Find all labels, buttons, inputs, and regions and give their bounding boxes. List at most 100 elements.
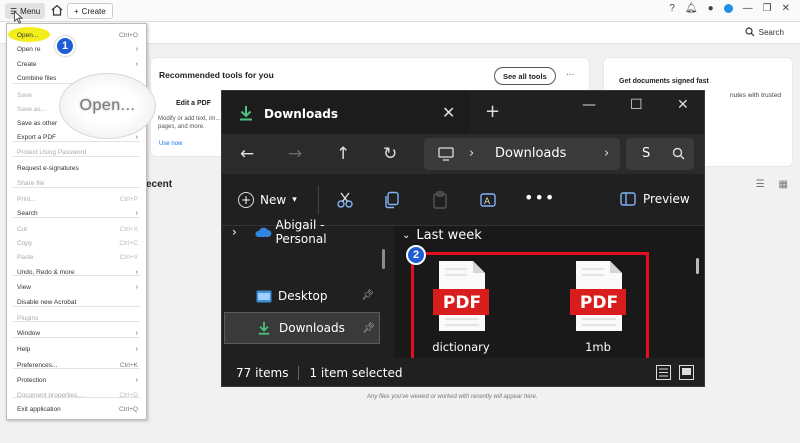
- sidebar-scrollbar[interactable]: [382, 249, 385, 269]
- explorer-close-icon[interactable]: ✕: [677, 97, 689, 113]
- menu-item[interactable]: Cut Ctrl+X: [17, 224, 138, 234]
- mouse-cursor-icon: [14, 11, 23, 24]
- file-explorer-window: Downloads ✕ + — ☐ ✕ ← → ↑ ↻ › Downloads …: [221, 90, 705, 387]
- menu-item[interactable]: Copy Ctrl+C: [17, 238, 138, 248]
- address-bar[interactable]: › Downloads ›: [424, 138, 620, 170]
- menu-item[interactable]: Request e-signatures: [17, 163, 138, 173]
- menu-item-label: Cut: [17, 225, 28, 233]
- explorer-search-input[interactable]: S: [626, 138, 694, 170]
- menu-item[interactable]: Open re ›: [17, 44, 138, 54]
- file-item-dictionary[interactable]: PDF dictionary: [421, 261, 501, 354]
- menu-item-label: Request e-signatures: [17, 164, 79, 172]
- view-toggle: ☰ ▦: [756, 179, 788, 190]
- address-folder[interactable]: Downloads: [495, 146, 566, 161]
- menu-item-label: Protect Using Password: [17, 148, 87, 156]
- sidebar-item-label: Abigail - Personal: [275, 218, 327, 246]
- menu-item[interactable]: Print... Ctrl+P: [17, 194, 138, 204]
- sidebar-item-desktop[interactable]: Desktop 📌︎: [222, 280, 378, 312]
- menu-item-label: Exit application: [17, 405, 61, 413]
- recommended-title: Recommended tools for you: [159, 70, 274, 80]
- minimize-icon[interactable]: —: [743, 3, 753, 14]
- divider: [318, 186, 319, 214]
- profile-avatar[interactable]: [723, 4, 733, 13]
- pin-icon[interactable]: 📌︎: [361, 290, 374, 301]
- pdf-file-icon: PDF: [570, 261, 628, 331]
- tab-downloads[interactable]: Downloads ✕: [222, 91, 469, 134]
- menu-item[interactable]: Open... Ctrl+O: [17, 30, 138, 40]
- explorer-maximize-icon[interactable]: ☐: [630, 97, 643, 113]
- menu-button[interactable]: ☰ Menu: [5, 3, 46, 19]
- download-icon: [258, 321, 270, 335]
- file-name: dictionary: [432, 340, 490, 354]
- menu-item-label: Copy: [17, 239, 33, 247]
- preview-pane-icon: [620, 192, 636, 206]
- menu-item-shortcut: Ctrl+Q: [119, 405, 138, 413]
- svg-text:A: A: [484, 197, 491, 207]
- address-chevron-icon[interactable]: ›: [469, 146, 474, 161]
- menu-item[interactable]: Protection ›: [17, 375, 138, 385]
- monitor-icon: [438, 147, 454, 161]
- menu-item[interactable]: Exit application Ctrl+Q: [17, 404, 138, 414]
- recent-heading: ecent: [146, 179, 173, 190]
- copy-icon[interactable]: [383, 191, 401, 209]
- tab-title: Downloads: [264, 107, 339, 121]
- content-scrollbar[interactable]: [696, 258, 699, 274]
- restore-icon[interactable]: ❐: [763, 3, 772, 14]
- help-icon[interactable]: ?: [669, 3, 675, 14]
- desktop-folder-icon: [256, 290, 272, 302]
- rename-icon[interactable]: A: [479, 191, 497, 209]
- see-all-tools-button[interactable]: See all tools: [494, 67, 556, 85]
- paste-icon[interactable]: [431, 191, 449, 209]
- menu-label: Menu: [20, 6, 41, 16]
- menu-item-label: Save as...: [17, 105, 46, 113]
- menu-separator: [13, 397, 140, 398]
- group-header[interactable]: ⌄ Last week: [402, 228, 482, 243]
- use-now-link[interactable]: Use now: [159, 141, 182, 147]
- more-options-icon[interactable]: •••: [524, 188, 555, 207]
- pin-icon[interactable]: 📌︎: [362, 323, 375, 334]
- new-plus-icon: +: [238, 192, 254, 208]
- menu-separator: [13, 217, 140, 218]
- edit-pdf-title: Edit a PDF: [176, 100, 212, 107]
- more-icon[interactable]: ...: [566, 67, 574, 78]
- file-list-area: ⌄ Last week PDF dictionary PDF 1mb: [394, 226, 704, 368]
- menu-item-shortcut: Ctrl+C: [119, 239, 138, 247]
- file-item-1mb[interactable]: PDF 1mb: [558, 261, 638, 354]
- refresh-icon[interactable]: ↻: [383, 144, 397, 164]
- account-icon[interactable]: ●: [708, 3, 714, 14]
- cloud-icon: [255, 227, 272, 237]
- search-button[interactable]: Search: [745, 27, 784, 37]
- menu-item[interactable]: Create ›: [17, 59, 138, 69]
- close-icon[interactable]: ✕: [782, 3, 790, 14]
- step-badge-2: 2: [406, 245, 426, 265]
- menu-item-label: View: [17, 283, 31, 291]
- chevron-down-icon: ⌄: [402, 230, 411, 241]
- sidebar-item-onedrive[interactable]: › Abigail - Personal: [222, 216, 378, 248]
- menu-separator: [13, 306, 140, 307]
- sidebar-item-label: Desktop: [278, 289, 328, 303]
- menu-item-label: Open...: [17, 31, 39, 39]
- large-icons-view-icon[interactable]: [679, 365, 694, 380]
- preview-button[interactable]: Preview: [620, 192, 690, 206]
- menu-item[interactable]: Document properties... Ctrl+D: [17, 390, 138, 400]
- new-tab-icon[interactable]: +: [485, 101, 500, 122]
- bell-icon[interactable]: 🔔︎: [685, 3, 698, 14]
- grid-view-icon[interactable]: ▦: [779, 179, 788, 190]
- sidebar-item-downloads[interactable]: Downloads 📌︎: [224, 312, 380, 344]
- tab-close-icon[interactable]: ✕: [442, 103, 455, 122]
- home-icon[interactable]: [50, 3, 64, 17]
- cut-icon[interactable]: [336, 191, 354, 209]
- new-button[interactable]: + New ▾: [238, 192, 297, 208]
- menu-item[interactable]: View ›: [17, 282, 138, 292]
- menu-item-label: Paste: [17, 253, 34, 261]
- menu-item[interactable]: Help ›: [17, 344, 138, 354]
- address-chevron-end-icon[interactable]: ›: [604, 146, 609, 161]
- up-icon[interactable]: ↑: [336, 144, 350, 164]
- create-button[interactable]: + Create: [67, 3, 113, 19]
- explorer-minimize-icon[interactable]: —: [582, 97, 596, 113]
- back-icon[interactable]: ←: [240, 144, 254, 164]
- details-view-icon[interactable]: [656, 365, 671, 380]
- list-view-icon[interactable]: ☰: [756, 179, 765, 190]
- menu-item[interactable]: Paste Ctrl+V: [17, 252, 138, 262]
- forward-icon[interactable]: →: [288, 144, 302, 164]
